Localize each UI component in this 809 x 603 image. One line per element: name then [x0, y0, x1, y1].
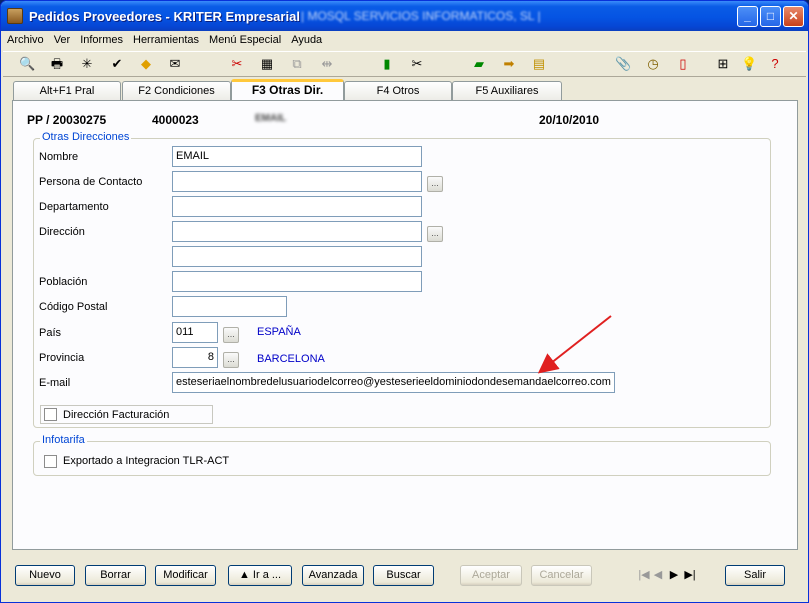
- borrar-button[interactable]: Borrar: [85, 565, 146, 586]
- departamento-label: Departamento: [39, 201, 109, 213]
- paperclip-icon[interactable]: 📎: [615, 56, 631, 72]
- nombre-input[interactable]: EMAIL: [172, 146, 422, 167]
- persona-contacto-lookup-button[interactable]: ...: [427, 176, 443, 192]
- buscar-button[interactable]: Buscar: [373, 565, 434, 586]
- pais-lookup-button[interactable]: ...: [223, 327, 239, 343]
- direccion-facturacion-checkbox[interactable]: [44, 408, 57, 421]
- direccion-label: Dirección: [39, 226, 85, 238]
- close-button[interactable]: ✕: [783, 6, 804, 27]
- salir-button[interactable]: Salir: [725, 565, 785, 586]
- nombre-label: Nombre: [39, 151, 79, 163]
- menu-informes[interactable]: Informes: [74, 31, 127, 46]
- tab-principal[interactable]: Alt+F1 Pral: [13, 81, 121, 101]
- menu-herramientas[interactable]: Herramientas: [127, 31, 203, 46]
- arrow-icon[interactable]: ➡: [501, 56, 517, 72]
- ir-a-button[interactable]: ▲ Ir a ...: [228, 565, 292, 586]
- title-bar[interactable]: Pedidos Proveedores - KRITER Empresarial…: [1, 1, 808, 31]
- email-input[interactable]: esteseriaelnombredelusuariodelcorreo@yes…: [172, 372, 615, 393]
- tab-otras-dir[interactable]: F3 Otras Dir.: [231, 79, 344, 101]
- clock-icon[interactable]: ◷: [645, 56, 661, 72]
- warning-icon[interactable]: ◆: [138, 56, 154, 72]
- poblacion-input[interactable]: [172, 271, 422, 292]
- minimize-button[interactable]: _: [737, 6, 758, 27]
- app-icon: [7, 8, 23, 24]
- checklist-icon[interactable]: ✔: [109, 56, 125, 72]
- tab-strip: Alt+F1 Pral F2 Condiciones F3 Otras Dir.…: [1, 79, 808, 101]
- departamento-input[interactable]: [172, 196, 422, 217]
- supplier-code: 4000023: [152, 113, 199, 127]
- exportado-checkbox[interactable]: [44, 455, 57, 468]
- last-record-button[interactable]: ▶|: [683, 567, 697, 583]
- exportado-label: Exportado a Integracion TLR-ACT: [63, 455, 230, 467]
- provincia-name: BARCELONA: [257, 353, 325, 365]
- calculator-icon[interactable]: ▦: [259, 56, 275, 72]
- preview-icon[interactable]: 🔍: [19, 56, 35, 72]
- persona-contacto-input[interactable]: [172, 171, 422, 192]
- tab-panel: PP / 20030275 4000023 EMAIL 20/10/2010 O…: [12, 100, 798, 550]
- codigo-postal-label: Código Postal: [39, 301, 108, 313]
- copy-icon[interactable]: ⧉: [289, 56, 305, 72]
- direccion-facturacion-label: Dirección Facturación: [63, 409, 170, 421]
- doc-date: 20/10/2010: [539, 113, 600, 127]
- stamp-icon[interactable]: ✉: [167, 56, 183, 72]
- tools-icon[interactable]: ✂: [229, 56, 245, 72]
- book-icon[interactable]: ▰: [471, 56, 487, 72]
- nuevo-button[interactable]: Nuevo: [15, 565, 75, 586]
- pais-label: País: [39, 327, 62, 339]
- cancelar-button[interactable]: Cancelar: [531, 565, 592, 586]
- otras-direcciones-legend: Otras Direcciones: [40, 131, 132, 143]
- menu-ayuda[interactable]: Ayuda: [285, 31, 326, 46]
- infotarifa-legend: Infotarifa: [40, 434, 87, 446]
- poblacion-label: Población: [39, 276, 88, 288]
- avanzada-button[interactable]: Avanzada: [302, 565, 364, 586]
- provincia-lookup-button[interactable]: ...: [223, 352, 239, 368]
- window-title-company: | MOSQL SERVICIOS INFORMATICOS, SL |: [301, 9, 541, 23]
- battery-icon[interactable]: ▮: [379, 56, 395, 72]
- pais-name: ESPAÑA: [257, 326, 301, 338]
- menu-archivo[interactable]: Archivo: [1, 31, 48, 46]
- merge-icon[interactable]: ⇹: [319, 56, 335, 72]
- direccion-lookup-button[interactable]: ...: [427, 226, 443, 242]
- direccion-input-1[interactable]: [172, 221, 422, 242]
- toolbar: 🔍 🖶 ✳ ✔ ◆ ✉ ✂ ▦ ⧉ ⇹ ▮ ✂ ▰ ➡ ▤ 📎 ◷ ▯ ⊞ 💡 …: [3, 51, 806, 77]
- notebook-icon[interactable]: ▤: [531, 56, 547, 72]
- supplier-name: EMAIL: [255, 113, 287, 124]
- lightbulb-icon[interactable]: 💡: [741, 56, 757, 72]
- menu-especial[interactable]: Menú Especial: [203, 31, 285, 46]
- aceptar-button[interactable]: Aceptar: [460, 565, 522, 586]
- print-icon[interactable]: 🖶: [49, 56, 65, 72]
- tab-auxiliares[interactable]: F5 Auxiliares: [452, 81, 562, 101]
- pais-code-input[interactable]: 011: [172, 322, 218, 343]
- modificar-button[interactable]: Modificar: [155, 565, 216, 586]
- email-label: E-mail: [39, 377, 71, 389]
- provincia-code-input[interactable]: 8: [172, 347, 218, 368]
- maximize-button[interactable]: □: [760, 6, 781, 27]
- prev-record-button[interactable]: ◀: [651, 567, 665, 583]
- tab-condiciones[interactable]: F2 Condiciones: [122, 81, 231, 101]
- menu-ver[interactable]: Ver: [48, 31, 75, 46]
- direccion-input-2[interactable]: [172, 246, 422, 267]
- main-window: Pedidos Proveedores - KRITER Empresarial…: [0, 0, 809, 603]
- help-icon[interactable]: ?: [767, 56, 783, 72]
- doc-number: PP / 20030275: [27, 113, 107, 127]
- codigo-postal-input[interactable]: [172, 296, 287, 317]
- persona-contacto-label: Persona de Contacto: [39, 176, 143, 188]
- first-record-button[interactable]: |◀: [637, 567, 651, 583]
- document-icon[interactable]: ▯: [675, 56, 691, 72]
- scissors-icon[interactable]: ✂: [409, 56, 425, 72]
- tree-icon[interactable]: ⊞: [715, 56, 731, 72]
- menu-bar: Archivo Ver Informes Herramientas Menú Espec…: [1, 31, 808, 50]
- next-record-button[interactable]: ▶: [667, 567, 681, 583]
- asterisk-icon[interactable]: ✳: [79, 56, 95, 72]
- provincia-label: Provincia: [39, 352, 85, 364]
- window-title: Pedidos Proveedores - KRITER Empresarial: [29, 9, 300, 24]
- record-navigator: |◀ ◀ ▶ ▶|: [637, 565, 699, 585]
- tab-otros[interactable]: F4 Otros: [344, 81, 452, 101]
